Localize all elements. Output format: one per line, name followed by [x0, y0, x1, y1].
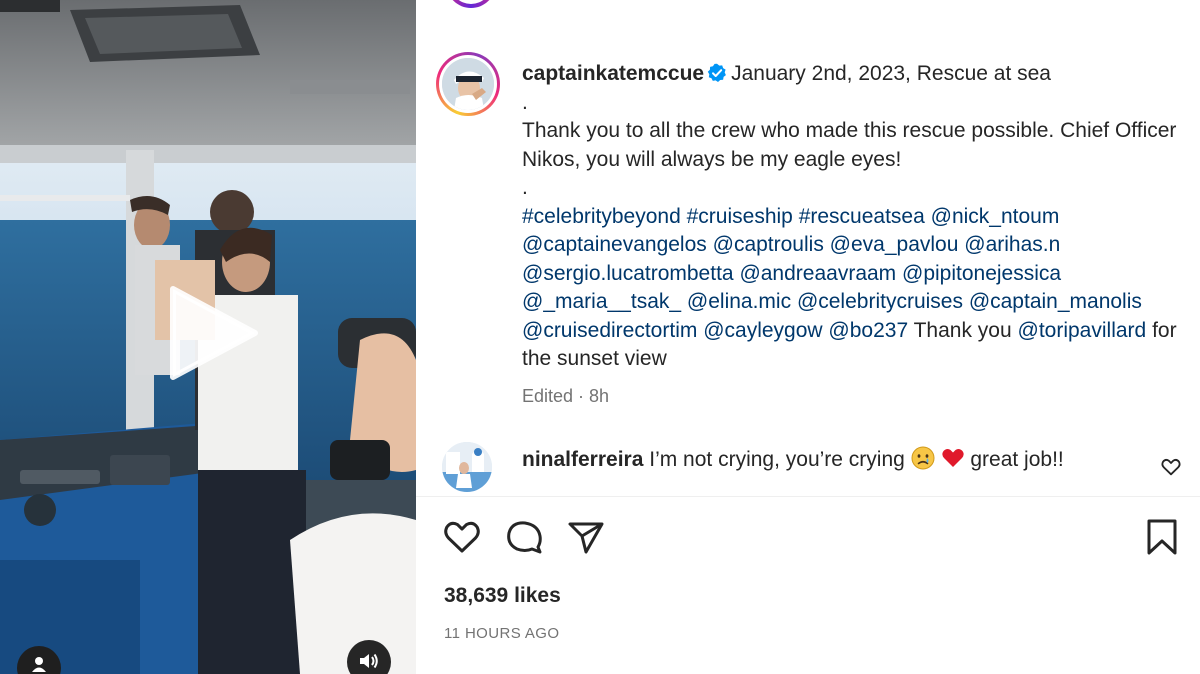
mention-link[interactable]: @captroulis: [713, 233, 824, 256]
post-timestamp[interactable]: 11 HOURS AGO: [444, 625, 559, 642]
post-video[interactable]: [0, 0, 416, 674]
caption-title: January 2nd, 2023, Rescue at sea: [731, 62, 1051, 85]
post-detail-panel: captainkatemccue January 2nd, 2023, Resc…: [416, 0, 1200, 674]
comment-icon: [507, 521, 542, 554]
mention-link[interactable]: @sergio.lucatrombetta: [522, 262, 734, 285]
author-avatar-image: [442, 58, 494, 110]
mention-link[interactable]: @arihas.n: [964, 233, 1060, 256]
heart-icon: [1161, 458, 1181, 476]
red-heart-icon: [941, 448, 964, 467]
author-avatar[interactable]: [436, 52, 500, 116]
commenter-avatar-image: [442, 442, 492, 492]
mention-link[interactable]: @cruisedirectortim: [522, 319, 697, 342]
verified-badge-icon: [707, 63, 726, 82]
comment-text: ninalferreira I’m not crying, you’re cry…: [522, 446, 1064, 474]
likes-count[interactable]: 38,639 likes: [444, 584, 561, 608]
header-avatar[interactable]: [446, 0, 496, 8]
speaker-icon: [360, 653, 378, 669]
edited-meta: Edited · 8h: [522, 385, 610, 406]
hashtag-link[interactable]: #celebritybeyond: [522, 205, 681, 228]
like-button[interactable]: [442, 517, 482, 557]
caption-tags: #celebritybeyond #cruiseship #rescueatse…: [522, 203, 1182, 374]
play-button[interactable]: [163, 283, 263, 383]
commenter-username[interactable]: ninalferreira: [522, 448, 643, 471]
mention-link[interactable]: @eva_pavlou: [830, 233, 959, 256]
mention-link[interactable]: @elina.mic: [687, 290, 791, 313]
mention-link[interactable]: @captainevangelos: [522, 233, 707, 256]
caption-message: Thank you to all the crew who made this …: [522, 119, 1177, 171]
caption-text: captainkatemccue January 2nd, 2023, Resc…: [522, 60, 1182, 410]
save-button[interactable]: [1142, 517, 1182, 557]
hashtag-link[interactable]: #rescueatsea: [799, 205, 925, 228]
user-tag-icon: [32, 657, 46, 672]
section-divider: [416, 496, 1200, 497]
edited-label: Edited: [522, 385, 574, 406]
caption-separator: .: [522, 90, 528, 114]
comment-body: I’m not crying, you’re crying: [649, 448, 905, 471]
author-username[interactable]: captainkatemccue: [522, 62, 704, 85]
comment-like-button[interactable]: [1160, 456, 1182, 478]
comment-button[interactable]: [504, 517, 544, 557]
mention-link[interactable]: @cayleygow: [703, 319, 822, 342]
share-icon: [568, 522, 604, 554]
hashtag-link[interactable]: #cruiseship: [687, 205, 793, 228]
crying-face-icon: [911, 446, 935, 470]
bookmark-icon: [1147, 519, 1177, 555]
mention-link[interactable]: @toripavillard: [1018, 319, 1147, 342]
caption-thanks: Thank you: [913, 318, 1012, 342]
commenter-avatar[interactable]: [442, 442, 492, 492]
action-bar: [442, 517, 1182, 559]
mention-link[interactable]: @_maria__tsak_: [522, 290, 681, 313]
mention-link[interactable]: @bo237: [828, 319, 908, 342]
edited-time[interactable]: 8h: [589, 386, 609, 406]
share-button[interactable]: [566, 517, 606, 557]
mention-link[interactable]: @pipitonejessica: [902, 262, 1061, 285]
mention-link[interactable]: @captain_manolis: [969, 290, 1142, 313]
caption-separator: .: [522, 176, 528, 199]
comment-body-end: great job!!: [970, 448, 1064, 471]
mention-link[interactable]: @andreaavraam: [739, 262, 896, 285]
mention-link[interactable]: @celebritycruises: [797, 290, 963, 313]
heart-icon: [444, 521, 480, 553]
play-icon: [170, 286, 258, 380]
mention-link[interactable]: @nick_ntoum: [931, 205, 1060, 228]
comment-row: ninalferreira I’m not crying, you’re cry…: [442, 442, 1192, 494]
